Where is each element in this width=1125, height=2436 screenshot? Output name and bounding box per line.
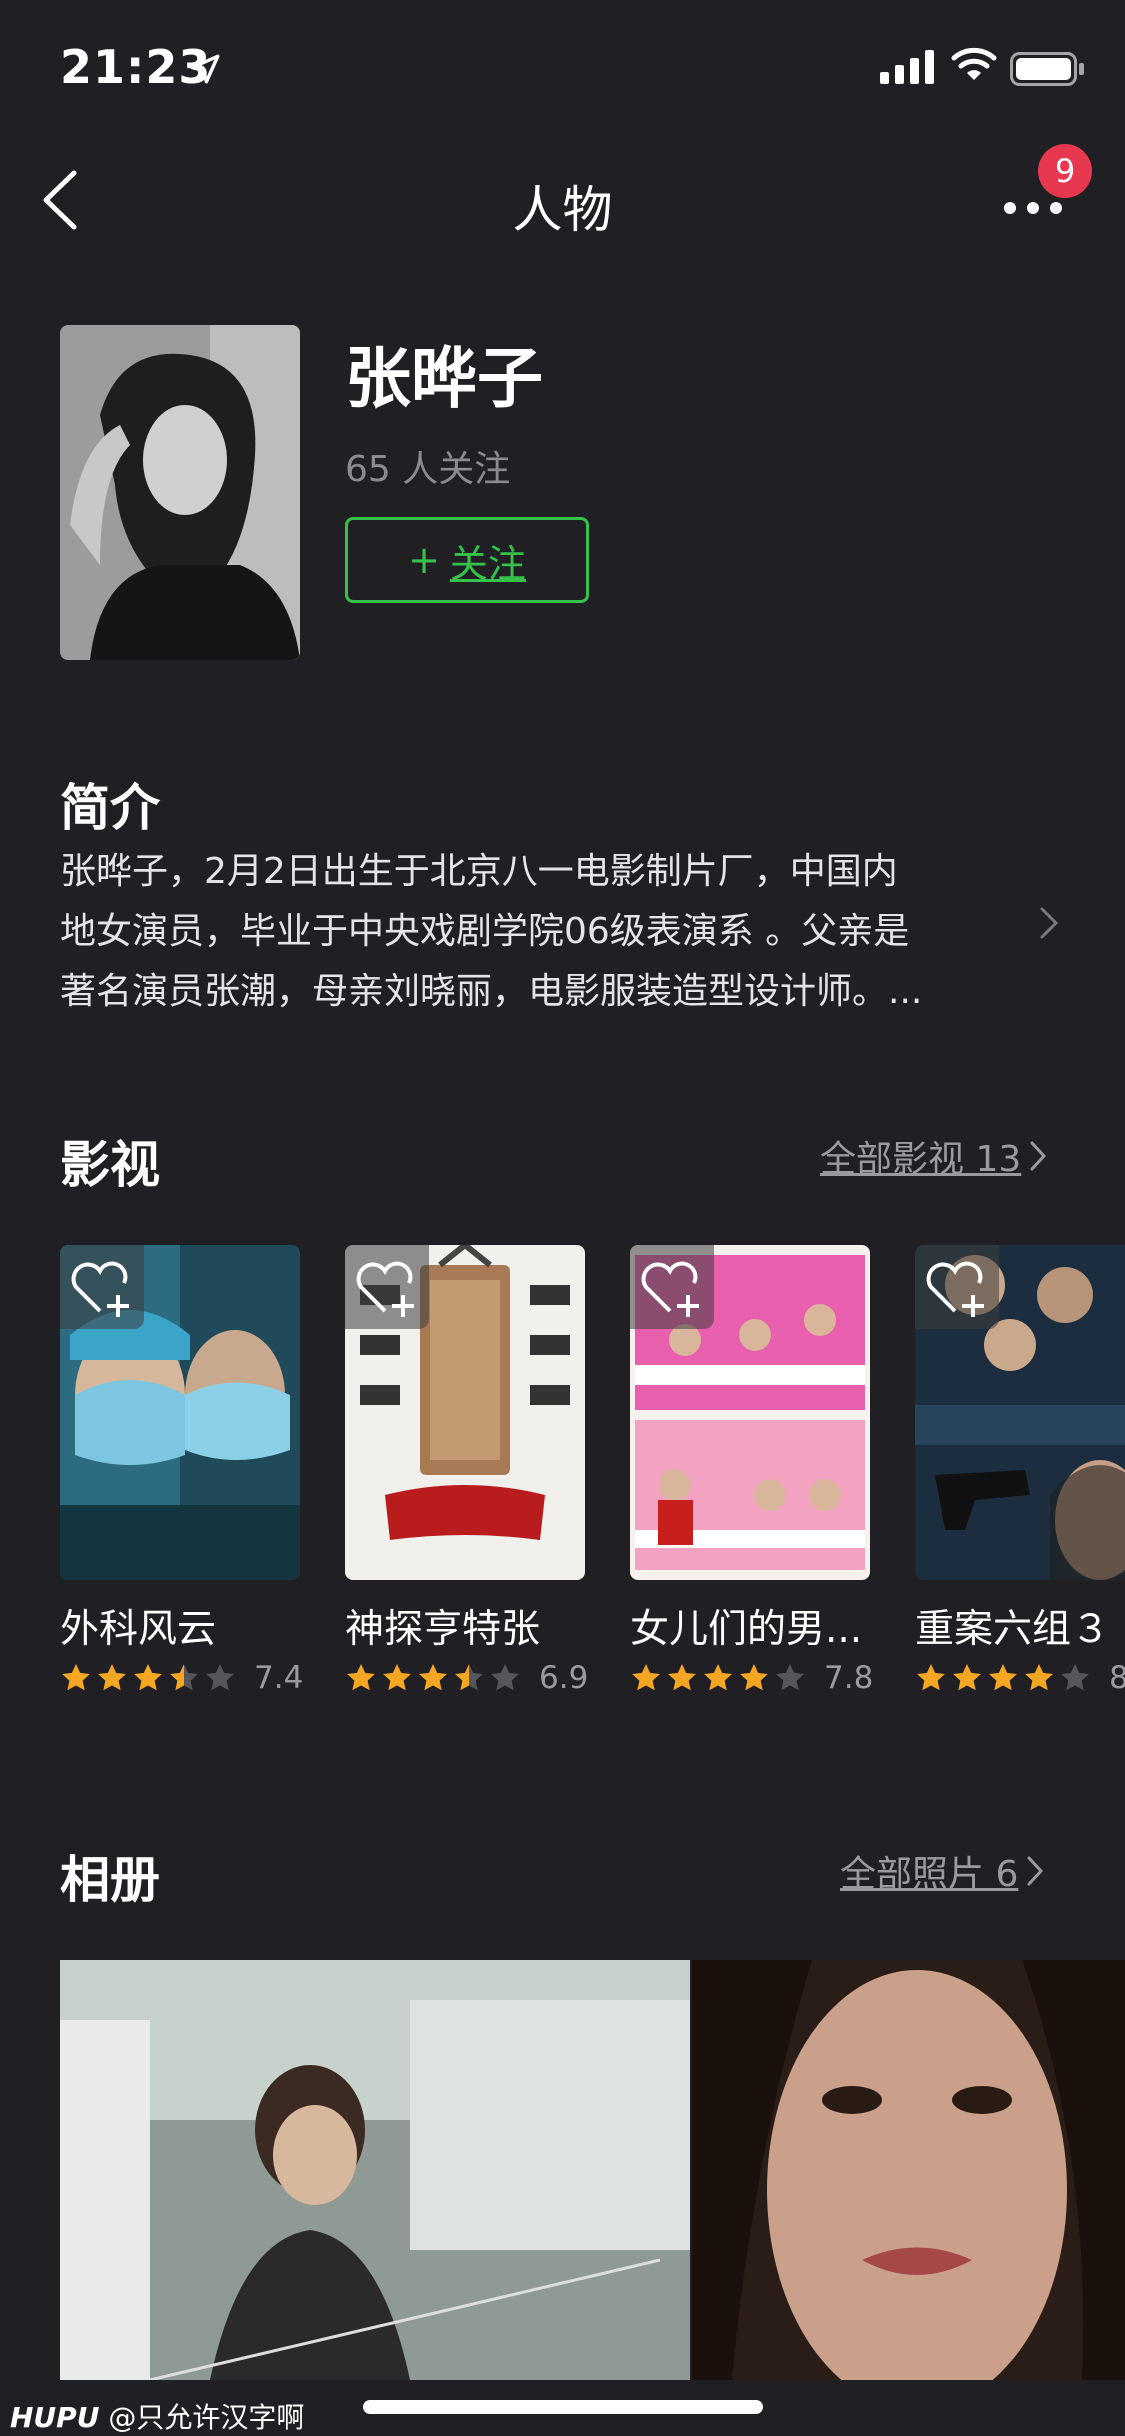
watermark: HUPU @只允许汉字啊: [10, 2396, 304, 2436]
chevron-right-icon: [1027, 1856, 1044, 1886]
home-indicator[interactable]: [363, 2400, 763, 2414]
movie-title[interactable]: 外科风云: [60, 1598, 305, 1654]
follow-button[interactable]: + 关注: [345, 517, 589, 603]
star-icon: [491, 1664, 519, 1691]
photo-image: [60, 1960, 690, 2380]
star-icon: [953, 1664, 981, 1691]
star-icon: [134, 1664, 162, 1691]
poster-zhongan-liuzu[interactable]: [915, 1245, 1125, 1580]
chevron-right-icon[interactable]: [1038, 905, 1060, 941]
avatar[interactable]: [60, 325, 300, 660]
location-arrow-icon: [190, 54, 220, 84]
person-name: 张晔子: [345, 340, 543, 417]
star-icon: [170, 1664, 198, 1691]
movie-title[interactable]: 女儿们的男...: [630, 1598, 875, 1654]
rating-score: 8: [1109, 1660, 1125, 1696]
star-icon: [989, 1664, 1017, 1691]
star-rating-icon: [345, 1662, 525, 1694]
follow-label: 关注: [449, 541, 526, 586]
heart-add-icon[interactable]: [915, 1245, 999, 1329]
star-icon: [776, 1664, 804, 1691]
intro-line: 地女演员，毕业于中央戏剧学院06级表演系 。父亲是: [60, 911, 910, 952]
portrait-photo: [60, 325, 300, 660]
heart-add-icon[interactable]: [630, 1245, 714, 1329]
movie-rating: 8: [915, 1660, 1125, 1696]
movie-rating: 7.8: [630, 1660, 873, 1696]
star-icon: [62, 1664, 90, 1691]
star-icon: [98, 1664, 126, 1691]
intro-text[interactable]: 张晔子，2月2日出生于北京八一电影制片厂，中国内 地女演员，毕业于中央戏剧学院0…: [60, 842, 1020, 1022]
movie-rating: 7.4: [60, 1660, 303, 1696]
star-icon: [1025, 1664, 1053, 1691]
cellular-signal-icon: [880, 50, 934, 84]
poster-nuer-men[interactable]: [630, 1245, 870, 1580]
all-photos-link[interactable]: 全部照片 6: [840, 1845, 1044, 1897]
star-icon: [347, 1664, 375, 1691]
watermark-user: @只允许汉字啊: [108, 2401, 305, 2434]
all-works-link[interactable]: 全部影视 13: [820, 1130, 1047, 1182]
intro-line: 著名演员张潮，母亲刘晓丽，电影服装造型设计师。...: [60, 971, 923, 1012]
notification-badge[interactable]: 9: [1038, 144, 1092, 198]
star-icon: [704, 1664, 732, 1691]
star-icon: [419, 1664, 447, 1691]
star-icon: [917, 1664, 945, 1691]
album-photo[interactable]: [60, 1960, 690, 2380]
star-icon: [632, 1664, 660, 1691]
star-icon: [383, 1664, 411, 1691]
album-photo[interactable]: [692, 1960, 1125, 2380]
album-title: 相册: [60, 1851, 160, 1909]
intro-title: 简介: [60, 779, 160, 837]
poster-waike-fengyun[interactable]: [60, 1245, 300, 1580]
all-works-label: 全部影视 13: [820, 1139, 1022, 1180]
star-icon: [1061, 1664, 1089, 1691]
all-photos-label: 全部照片 6: [840, 1854, 1019, 1895]
movie-rating: 6.9: [345, 1660, 588, 1696]
star-icon: [668, 1664, 696, 1691]
movie-title[interactable]: 重案六组３: [915, 1598, 1125, 1654]
works-title: 影视: [60, 1136, 160, 1194]
battery-icon: [1010, 52, 1084, 86]
heart-add-icon[interactable]: [60, 1245, 144, 1329]
watermark-brand: HUPU: [10, 2401, 100, 2434]
page-title: 人物: [512, 181, 613, 239]
star-rating-icon: [60, 1662, 240, 1694]
photo-image: [692, 1960, 1125, 2380]
star-rating-icon: [630, 1662, 810, 1694]
movie-title[interactable]: 神探亨特张: [345, 1598, 590, 1654]
star-rating-icon: [915, 1662, 1095, 1694]
intro-line: 张晔子，2月2日出生于北京八一电影制片厂，中国内: [60, 851, 898, 892]
rating-score: 6.9: [539, 1660, 589, 1696]
rating-score: 7.8: [824, 1660, 874, 1696]
heart-add-icon[interactable]: [345, 1245, 429, 1329]
star-icon: [206, 1664, 234, 1691]
rating-score: 7.4: [254, 1660, 304, 1696]
poster-shentan-hengtezhang[interactable]: [345, 1245, 585, 1580]
wifi-icon: [951, 47, 997, 80]
star-icon: [455, 1664, 483, 1691]
chevron-right-icon: [1030, 1141, 1047, 1171]
plus-icon: +: [408, 538, 440, 582]
star-icon: [740, 1664, 768, 1691]
follower-count: 65 人关注: [345, 449, 511, 490]
